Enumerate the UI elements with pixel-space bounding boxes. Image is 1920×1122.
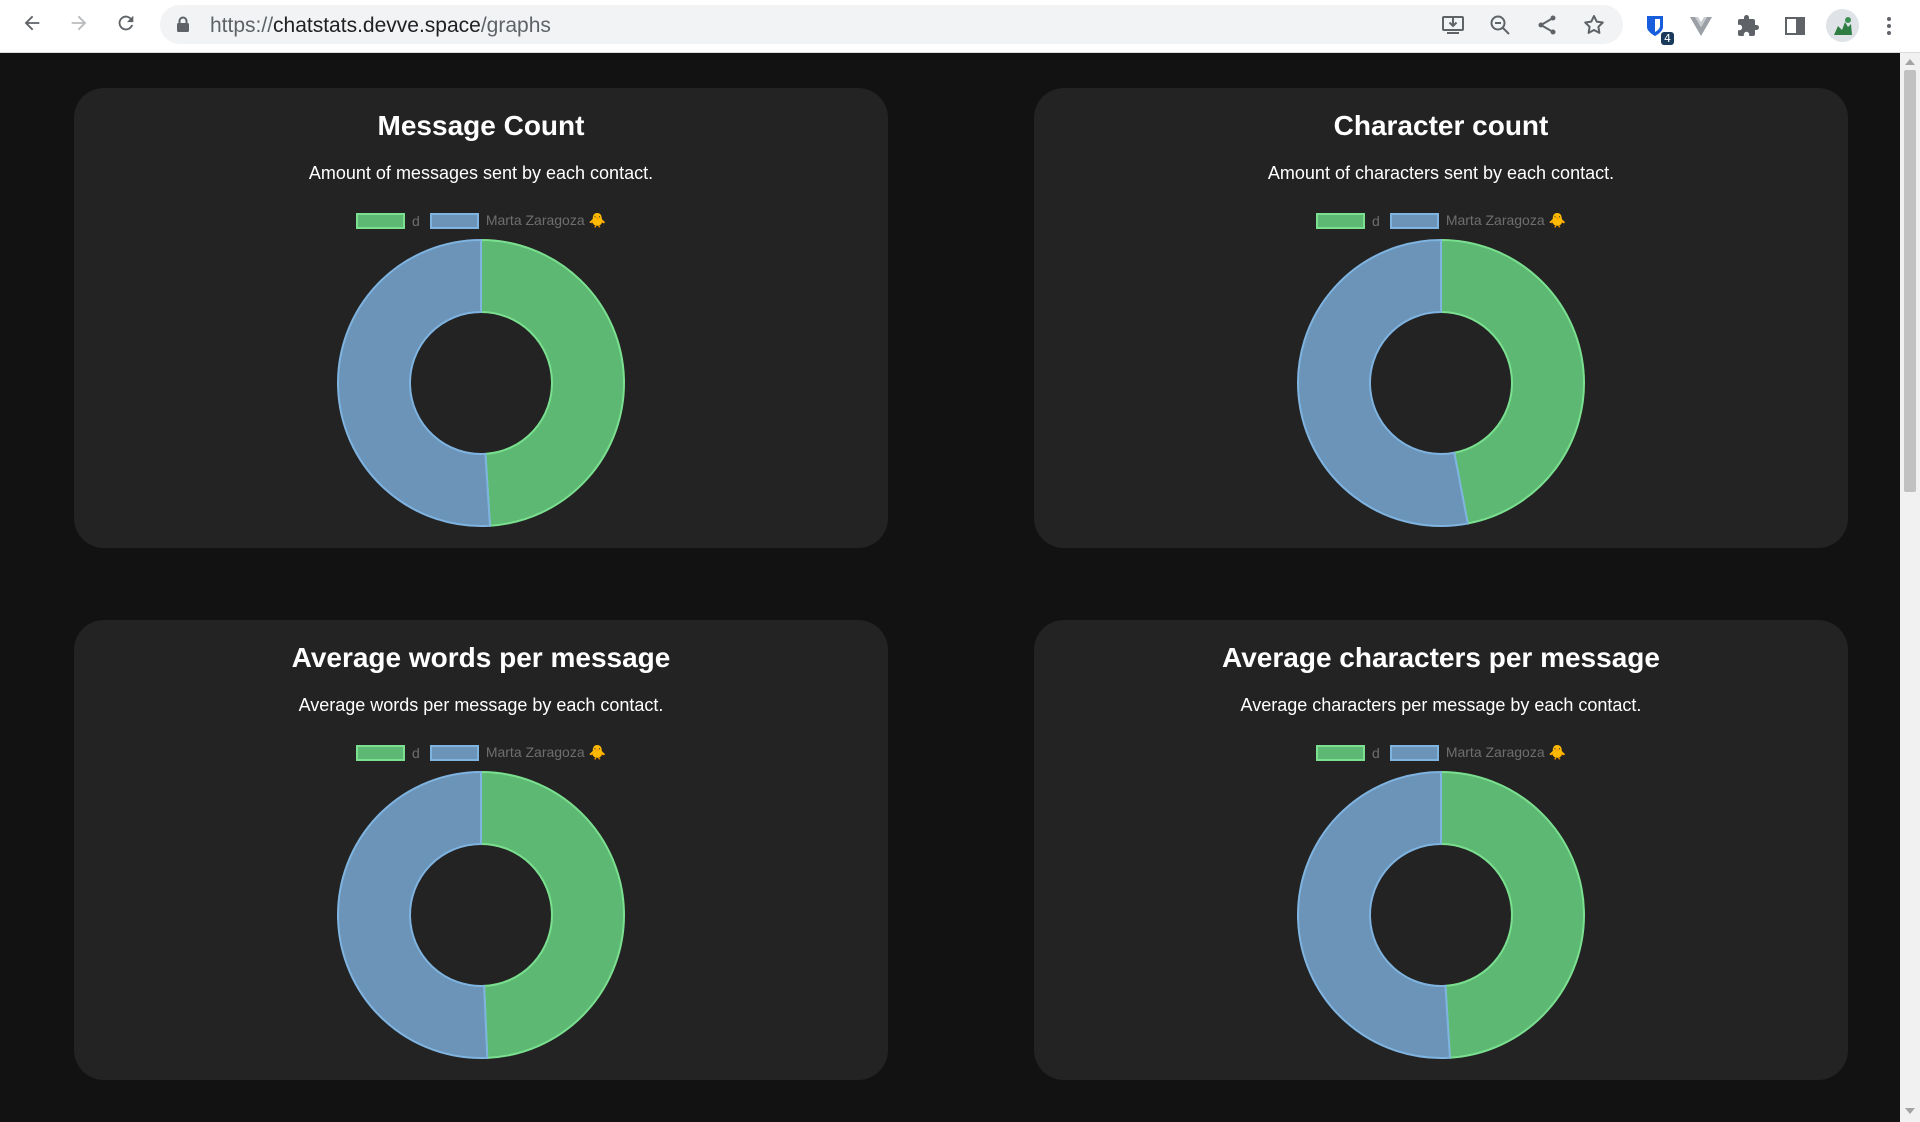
browser-menu-icon[interactable] [1874,11,1904,41]
legend-swatch-d [1316,744,1366,761]
legend-label: Marta Zaragoza 🐥 [485,212,606,228]
legend-swatch-d [1316,212,1366,229]
url-text: https://chatstats.devve.space/graphs [210,14,551,37]
scroll-down-arrow-icon[interactable] [1905,1108,1915,1114]
lock-icon [177,16,189,32]
scroll-up-arrow-icon[interactable] [1905,59,1915,65]
legend-swatch-d [356,212,406,229]
legend-swatch-marta [1389,744,1439,761]
legend-label: d [1372,212,1380,229]
legend-item-d[interactable]: d [356,212,420,229]
legend-label: d [412,212,420,229]
legend-item-marta[interactable]: Marta Zaragoza 🐥 [429,744,606,761]
reload-icon[interactable] [111,8,141,38]
profile-avatar[interactable] [1826,9,1859,42]
donut-chart [337,770,625,1059]
extensions-puzzle-icon[interactable] [1733,11,1763,41]
chart-subtitle: Average characters per message by each c… [1240,695,1642,715]
zoom-out-icon[interactable] [1487,12,1513,38]
legend-swatch-d [356,744,406,761]
donut-slice-d[interactable] [1440,238,1585,525]
donut-slice-marta[interactable] [337,770,489,1059]
extension-badge: 4 [1661,32,1674,45]
chart-card-character-count: Character count Amount of characters sen… [1034,88,1848,548]
legend-item-d[interactable]: d [356,744,420,761]
donut-slice-d[interactable] [480,770,625,1059]
donut-chart [337,238,626,527]
chart-title: Message Count [377,110,585,141]
legend-label: Marta Zaragoza 🐥 [1445,744,1566,760]
page-scrollbar[interactable] [1900,53,1920,1122]
legend-item-marta[interactable]: Marta Zaragoza 🐥 [1389,212,1566,229]
legend-item-marta[interactable]: Marta Zaragoza 🐥 [1389,744,1566,761]
share-icon[interactable] [1534,12,1560,38]
chart-card-avg-words: Average words per message Average words … [74,620,888,1080]
legend-label: d [412,744,420,761]
legend-label: Marta Zaragoza 🐥 [1445,212,1566,228]
bookmark-star-icon[interactable] [1581,12,1607,38]
chart-legend: d Marta Zaragoza 🐥 [1034,212,1848,229]
chart-legend: d Marta Zaragoza 🐥 [74,212,888,229]
donut-slice-marta[interactable] [337,238,492,527]
chart-subtitle: Average words per message by each contac… [298,695,664,715]
legend-item-d[interactable]: d [1316,212,1380,229]
address-bar[interactable]: https://chatstats.devve.space/graphs [160,5,1623,44]
back-icon[interactable] [17,8,47,38]
chart-card-message-count: Message Count Amount of messages sent by… [74,88,888,548]
install-app-icon[interactable] [1440,12,1466,38]
chart-legend: d Marta Zaragoza 🐥 [1034,744,1848,761]
scroll-thumb[interactable] [1904,70,1916,492]
chart-title: Average words per message [291,642,671,673]
chart-title: Average characters per message [1222,642,1660,673]
side-panel-icon[interactable] [1780,11,1810,41]
chart-card-avg-characters: Average characters per message Average c… [1034,620,1848,1080]
legend-label: Marta Zaragoza 🐥 [485,744,606,760]
donut-chart [1297,238,1585,527]
donut-slice-d[interactable] [480,238,626,527]
legend-swatch-marta [429,212,479,229]
donut-slice-marta[interactable] [1297,770,1452,1059]
browser-toolbar: https://chatstats.devve.space/graphs 4 [0,0,1920,53]
legend-label: d [1372,744,1380,761]
legend-swatch-marta [1389,212,1439,229]
legend-swatch-marta [429,744,479,761]
chart-subtitle: Amount of messages sent by each contact. [308,163,654,183]
donut-slice-d[interactable] [1440,770,1586,1059]
legend-item-d[interactable]: d [1316,744,1380,761]
bitwarden-extension-icon[interactable]: 4 [1640,11,1674,45]
chart-subtitle: Amount of characters sent by each contac… [1267,163,1615,183]
donut-chart [1297,770,1586,1059]
chart-legend: d Marta Zaragoza 🐥 [74,744,888,761]
legend-item-marta[interactable]: Marta Zaragoza 🐥 [429,212,606,229]
chart-title: Character count [1333,110,1549,141]
forward-icon[interactable] [64,8,94,38]
vue-devtools-icon[interactable] [1686,11,1716,41]
